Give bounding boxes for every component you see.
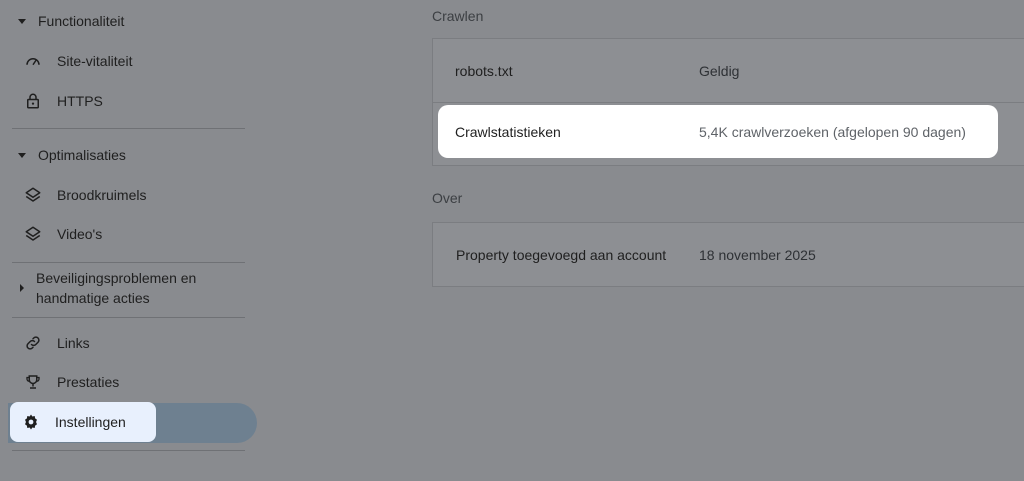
row-label: Property toegevoegd aan account	[456, 246, 667, 263]
over-card: Property toegevoegd aan account 18 novem…	[432, 222, 1024, 287]
sidebar-item-prestaties[interactable]: Prestaties	[12, 364, 252, 400]
caret-down-icon	[18, 152, 26, 158]
sidebar-item-site-vitaliteit[interactable]: Site-vitaliteit	[12, 43, 252, 79]
settings-row-crawlstatistieken[interactable]: Crawlstatistieken 5,4K crawlverzoeken (a…	[438, 105, 998, 158]
sidebar-item-instellingen[interactable]: Instellingen	[10, 402, 156, 442]
sidebar-item-label: Prestaties	[57, 374, 120, 390]
section-title-over: Over	[432, 190, 463, 206]
gear-icon	[21, 412, 41, 432]
section-optimalisaties[interactable]: Optimalisaties	[12, 147, 126, 163]
section-functionaliteit[interactable]: Functionaliteit	[12, 13, 124, 29]
sidebar-item-label: HTTPS	[57, 93, 103, 109]
sidebar-item-label: Site-vitaliteit	[57, 53, 133, 69]
section-beveiligingsproblemen[interactable]: Beveiligingsproblemen en handmatige acti…	[12, 268, 242, 308]
caret-right-icon	[20, 284, 24, 292]
section-label-line2: handmatige acties	[36, 290, 150, 306]
row-value: 18 november 2025	[699, 246, 816, 263]
divider	[12, 317, 245, 318]
sidebar-item-label: Video's	[57, 226, 103, 242]
sidebar-item-https[interactable]: HTTPS	[12, 83, 252, 119]
divider	[12, 262, 245, 263]
layers-icon	[23, 224, 43, 244]
link-icon	[23, 333, 43, 353]
row-label: Crawlstatistieken	[455, 124, 561, 140]
sidebar-item-links[interactable]: Links	[12, 325, 252, 361]
section-title-crawlen: Crawlen	[432, 8, 484, 24]
lock-icon	[23, 91, 43, 111]
sidebar-item-label: Instellingen	[55, 414, 126, 430]
section-label: Beveiligingsproblemen en handmatige acti…	[36, 268, 196, 308]
row-value: Geldig	[699, 62, 740, 79]
section-label: Functionaliteit	[38, 13, 125, 29]
sidebar: Functionaliteit Site-vitaliteit HTTPS Op…	[0, 0, 257, 481]
section-label: Optimalisaties	[38, 147, 126, 163]
settings-row-property-added[interactable]: Property toegevoegd aan account 18 novem…	[433, 223, 1024, 286]
divider	[12, 450, 245, 451]
sidebar-item-label: Links	[57, 335, 90, 351]
gauge-icon	[23, 51, 43, 71]
sidebar-item-broodkruimels[interactable]: Broodkruimels	[12, 177, 252, 213]
section-label-line1: Beveiligingsproblemen en	[36, 270, 197, 286]
row-label: robots.txt	[455, 62, 513, 79]
row-value: 5,4K crawlverzoeken (afgelopen 90 dagen)	[699, 124, 966, 140]
sidebar-item-label: Broodkruimels	[57, 187, 147, 203]
sidebar-item-videos[interactable]: Video's	[12, 216, 252, 252]
trophy-icon	[23, 372, 43, 392]
divider	[12, 128, 245, 129]
settings-row-robots[interactable]: robots.txt Geldig	[433, 39, 1024, 102]
layers-icon	[23, 185, 43, 205]
caret-down-icon	[18, 18, 26, 24]
